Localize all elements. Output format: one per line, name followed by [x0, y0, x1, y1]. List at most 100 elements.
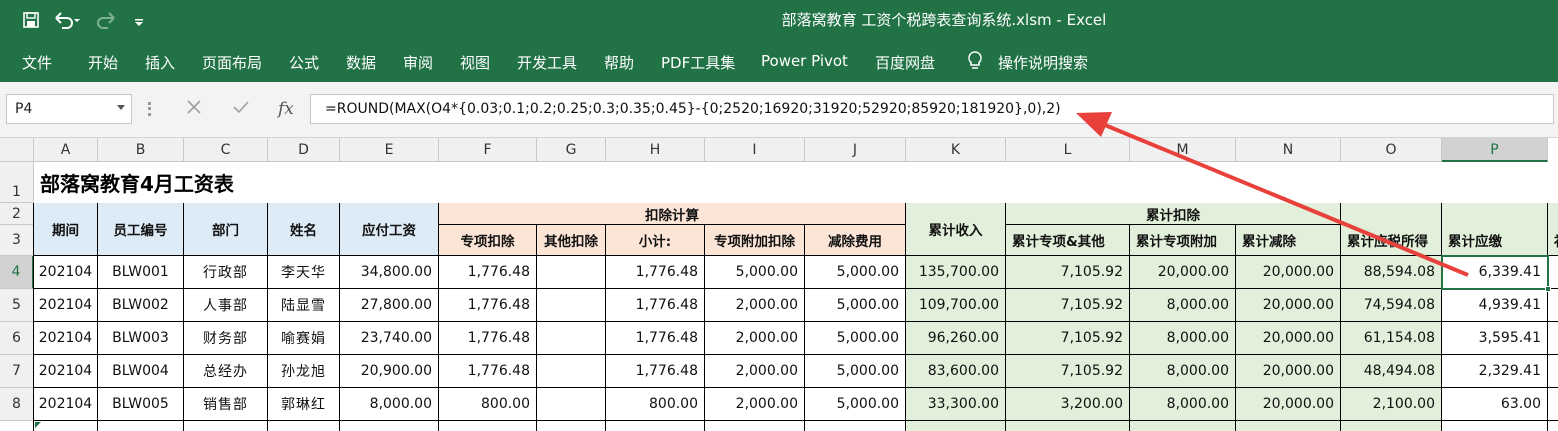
tab-help[interactable]: 帮助 [604, 52, 634, 73]
cell-b4[interactable]: BLW001 [98, 256, 184, 289]
tab-view[interactable]: 视图 [460, 52, 490, 73]
cell-d9[interactable] [268, 421, 340, 431]
cell-m5[interactable]: 8,000.00 [1130, 289, 1236, 322]
cell-l8[interactable]: 3,200.00 [1006, 388, 1130, 421]
cell-d6[interactable]: 喻赛娟 [268, 322, 340, 355]
cell-l4[interactable]: 7,105.92 [1006, 256, 1130, 289]
cell-a9[interactable] [34, 421, 98, 431]
cell-e6[interactable]: 23,740.00 [340, 322, 439, 355]
fx-icon[interactable]: fx [278, 99, 294, 119]
cell-g4[interactable] [537, 256, 606, 289]
column-header-i[interactable]: I [705, 138, 805, 162]
cell-q5[interactable] [1548, 289, 1558, 322]
header-f[interactable]: 专项扣除 [439, 225, 537, 256]
cell-f9[interactable] [439, 421, 537, 431]
check-icon[interactable] [232, 99, 250, 119]
column-header-o[interactable]: O [1341, 138, 1442, 162]
column-header-m[interactable]: M [1130, 138, 1236, 162]
column-header-a[interactable]: A [34, 138, 98, 162]
header-o[interactable]: 累计应税所得 [1341, 203, 1442, 256]
cell-g7[interactable] [537, 355, 606, 388]
cell-p6[interactable]: 3,595.41 [1442, 322, 1548, 355]
row-header-2[interactable]: 2 [0, 203, 34, 225]
cell-p7[interactable]: 2,329.41 [1442, 355, 1548, 388]
chevron-down-icon[interactable] [117, 105, 125, 110]
tab-review[interactable]: 审阅 [403, 52, 433, 73]
cell-e5[interactable]: 27,800.00 [340, 289, 439, 322]
column-header-j[interactable]: J [805, 138, 906, 162]
tab-home[interactable]: 开始 [88, 52, 118, 73]
cell-n7[interactable]: 20,000.00 [1236, 355, 1341, 388]
cell-n5[interactable]: 20,000.00 [1236, 289, 1341, 322]
cell-n8[interactable]: 20,000.00 [1236, 388, 1341, 421]
cell-g6[interactable] [537, 322, 606, 355]
cell-p8[interactable]: 63.00 [1442, 388, 1548, 421]
cell-j8[interactable]: 5,000.00 [805, 388, 906, 421]
cell-g5[interactable] [537, 289, 606, 322]
cell-e8[interactable]: 8,000.00 [340, 388, 439, 421]
header-h[interactable]: 小计: [606, 225, 705, 256]
cell-i7[interactable]: 2,000.00 [705, 355, 805, 388]
row-header-6[interactable]: 6 [0, 322, 34, 355]
cell-f7[interactable]: 1,776.48 [439, 355, 537, 388]
cell-i5[interactable]: 2,000.00 [705, 289, 805, 322]
tab-formulas[interactable]: 公式 [289, 52, 319, 73]
select-all-corner[interactable] [0, 138, 34, 162]
cell-a5[interactable]: 202104 [34, 289, 98, 322]
cell-q4[interactable] [1548, 256, 1558, 289]
cell-f4[interactable]: 1,776.48 [439, 256, 537, 289]
header-p[interactable]: 累计应缴 [1442, 203, 1548, 256]
header-i[interactable]: 专项附加扣除 [705, 225, 805, 256]
sheet-title[interactable]: 部落窝教育4月工资表 [34, 162, 234, 203]
cell-h5[interactable]: 1,776.48 [606, 289, 705, 322]
row-header-1[interactable]: 1 [0, 162, 34, 203]
cell-h7[interactable]: 1,776.48 [606, 355, 705, 388]
header-n[interactable]: 累计减除 [1236, 225, 1341, 256]
cell-i4[interactable]: 5,000.00 [705, 256, 805, 289]
cell-m9[interactable] [1130, 421, 1236, 431]
cell-c9[interactable] [184, 421, 268, 431]
cell-d8[interactable]: 郭琳红 [268, 388, 340, 421]
column-header-e[interactable]: E [340, 138, 439, 162]
group-header-cumulative-deduction[interactable]: 累计扣除 [1006, 203, 1341, 225]
row-header-3[interactable]: 3 [0, 225, 34, 256]
row-header-8[interactable]: 8 [0, 388, 34, 421]
cell-c7[interactable]: 总经办 [184, 355, 268, 388]
cell-o9[interactable] [1341, 421, 1442, 431]
cell-a6[interactable]: 202104 [34, 322, 98, 355]
column-header-n[interactable]: N [1236, 138, 1341, 162]
cell-p9[interactable] [1442, 421, 1548, 431]
cell-l5[interactable]: 7,105.92 [1006, 289, 1130, 322]
cell-q7[interactable] [1548, 355, 1558, 388]
cell-d5[interactable]: 陆显雪 [268, 289, 340, 322]
cell-k4[interactable]: 135,700.00 [906, 256, 1006, 289]
cell-i8[interactable]: 2,000.00 [705, 388, 805, 421]
cell-j7[interactable]: 5,000.00 [805, 355, 906, 388]
cell-m8[interactable]: 8,000.00 [1130, 388, 1236, 421]
column-header-b[interactable]: B [98, 138, 184, 162]
cell-o8[interactable]: 2,100.00 [1341, 388, 1442, 421]
cell-m4[interactable]: 20,000.00 [1130, 256, 1236, 289]
header-k[interactable]: 累计收入 [906, 203, 1006, 256]
column-header-d[interactable]: D [268, 138, 340, 162]
cell-k8[interactable]: 33,300.00 [906, 388, 1006, 421]
cell-n9[interactable] [1236, 421, 1341, 431]
cell-q8[interactable] [1548, 388, 1558, 421]
cell-k7[interactable]: 83,600.00 [906, 355, 1006, 388]
header-d[interactable]: 姓名 [268, 203, 340, 256]
tell-me-search[interactable]: 操作说明搜索 [998, 52, 1088, 73]
cell-n4[interactable]: 20,000.00 [1236, 256, 1341, 289]
cell-f5[interactable]: 1,776.48 [439, 289, 537, 322]
column-header-k[interactable]: K [906, 138, 1006, 162]
cell-a7[interactable]: 202104 [34, 355, 98, 388]
worksheet-grid[interactable]: A B C D E F G H I J K L M N O P 1 2 3 4 5 6 7 8 部落窝教育4月工资表 期间 员工编号… [0, 138, 1558, 431]
cell-e4[interactable]: 34,800.00 [340, 256, 439, 289]
cell-e7[interactable]: 20,900.00 [340, 355, 439, 388]
cell-j9[interactable] [805, 421, 906, 431]
cell-b8[interactable]: BLW005 [98, 388, 184, 421]
lightbulb-icon[interactable] [966, 50, 984, 76]
cell-a8[interactable]: 202104 [34, 388, 98, 421]
cell-c5[interactable]: 人事部 [184, 289, 268, 322]
column-header-g[interactable]: G [537, 138, 606, 162]
cell-k5[interactable]: 109,700.00 [906, 289, 1006, 322]
